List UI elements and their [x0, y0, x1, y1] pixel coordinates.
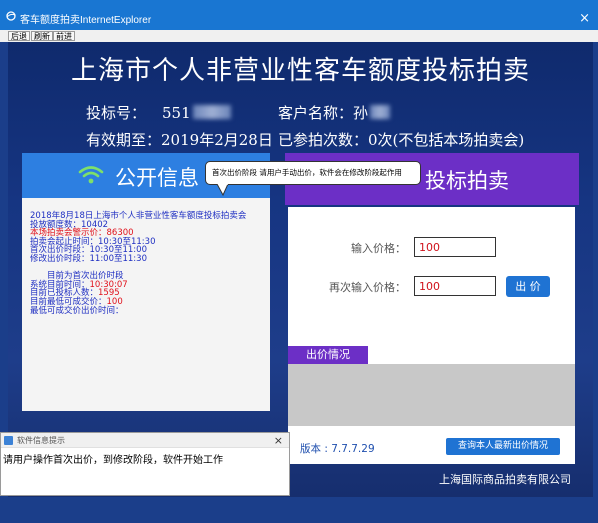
auction-notice: 2018年8月18日上海市个人非营业性客车额度投标拍卖会 投放额度数：10402 本…	[30, 212, 266, 315]
client-name-label: 客户名称：	[278, 104, 354, 122]
redaction-mask	[370, 105, 391, 119]
wifi-icon	[78, 166, 104, 184]
popup-title: 软件信息提示	[17, 436, 65, 445]
popup-message: 请用户操作首次出价，到修改阶段，软件开始工作	[3, 455, 223, 466]
bid-number-label: 投标号：	[86, 104, 147, 122]
bid-number-value: 551	[162, 104, 191, 122]
valid-until: 有效期至：2019年2月28日	[86, 129, 273, 150]
public-info-panel: 2018年8月18日上海市个人非营业性客车额度投标拍卖会 投放额度数：10402 本…	[22, 198, 270, 411]
software-info-popup: 软件信息提示 × 请用户操作首次出价，到修改阶段，软件开始工作	[0, 432, 290, 496]
valid-until-value: 2019年2月28日	[161, 131, 273, 149]
back-button[interactable]: 后退	[8, 31, 30, 41]
participation-count: 已参拍次数：0次(不包括本场拍卖会)	[278, 129, 524, 150]
auction-page: 上海市个人非营业性客车额度投标拍卖 投标号： 551 客户名称：孙 有效期至：20…	[8, 42, 593, 497]
nav-toolbar: 后退 刷新 前进	[0, 30, 598, 42]
bidding-form: 输入价格： 再次输入价格： 出 价	[288, 207, 575, 365]
tab-bid-status[interactable]: 出价情况	[288, 346, 368, 364]
notice-line: 修改出价时段：11:00至11:30	[30, 253, 147, 264]
company-name: 上海国际商品拍卖有限公司	[439, 473, 571, 486]
client-name-value: 孙	[353, 104, 369, 122]
redaction-mask	[192, 105, 231, 119]
valid-until-label: 有效期至：	[86, 131, 162, 149]
browser-window: 客车额度拍卖InternetExplorer × 后退 刷新 前进 上海市个人非…	[0, 0, 598, 523]
tooltip-pointer	[217, 184, 229, 196]
client-name: 客户名称：孙	[278, 102, 391, 123]
participation-count-value: 0次(不包括本场拍卖会)	[368, 131, 525, 149]
bid-number: 投标号： 551	[86, 102, 231, 123]
price-input[interactable]	[414, 237, 496, 257]
popup-title-bar: 软件信息提示 ×	[1, 433, 289, 448]
query-latest-bid-button[interactable]: 查询本人最新出价情况	[446, 438, 560, 455]
bidding-title: 投标拍卖	[425, 169, 509, 193]
public-info-title: 公开信息	[115, 166, 199, 190]
submit-bid-button[interactable]: 出 价	[506, 276, 550, 297]
repeat-price-input[interactable]	[414, 276, 496, 296]
popup-close-button[interactable]: ×	[274, 433, 283, 448]
window-close-button[interactable]: ×	[579, 12, 590, 26]
notice-line: 最低可成交价出价时间：	[30, 305, 124, 316]
refresh-button[interactable]: 刷新	[31, 31, 53, 41]
page-title: 上海市个人非营业性客车额度投标拍卖	[70, 56, 530, 86]
repeat-price-label: 再次输入价格：	[329, 281, 406, 294]
version-text: 版本 : 7.7.7.29	[300, 443, 375, 455]
forward-button[interactable]: 前进	[53, 31, 75, 41]
title-bar: 客车额度拍卖InternetExplorer ×	[0, 0, 598, 30]
app-window-icon	[4, 436, 13, 445]
bidding-footer: 版本 : 7.7.7.29 查询本人最新出价情况	[288, 426, 575, 464]
participation-count-label: 已参拍次数：	[278, 131, 369, 149]
bid-status-area	[288, 364, 575, 426]
ie-app-icon	[6, 11, 16, 21]
phase-tooltip: 首次出价阶段 请用户手动出价，软件会在修改阶段起作用	[205, 161, 421, 185]
window-title: 客车额度拍卖InternetExplorer	[20, 15, 152, 26]
price-label: 输入价格：	[351, 242, 406, 255]
